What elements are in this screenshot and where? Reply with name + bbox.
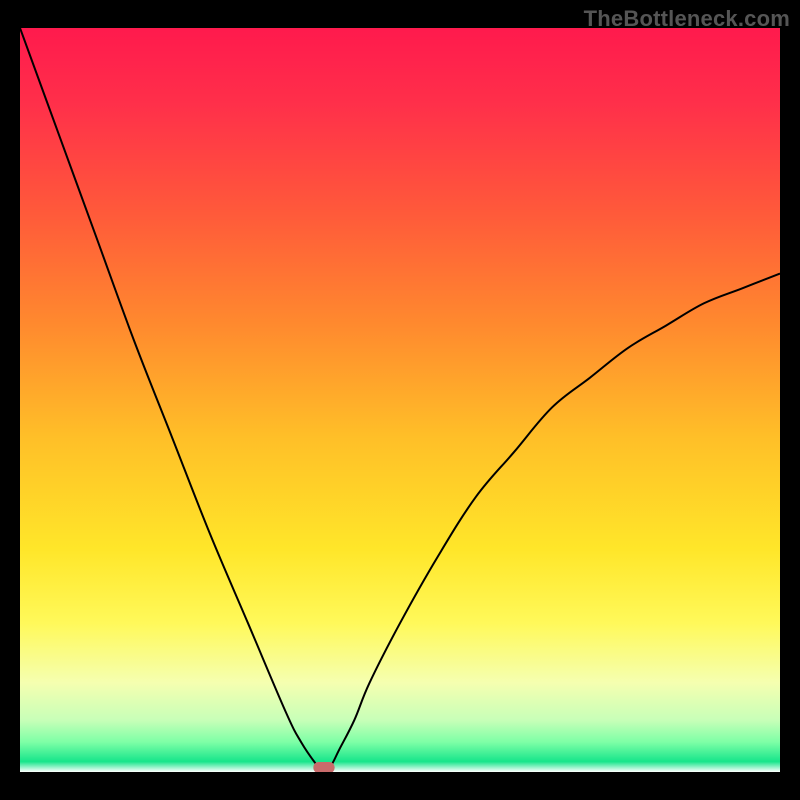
plot-area: [20, 28, 780, 772]
minimum-marker: [313, 762, 334, 772]
watermark-text: TheBottleneck.com: [584, 6, 790, 32]
minimum-marker-layer: [20, 28, 780, 772]
chart-frame: TheBottleneck.com: [0, 0, 800, 800]
